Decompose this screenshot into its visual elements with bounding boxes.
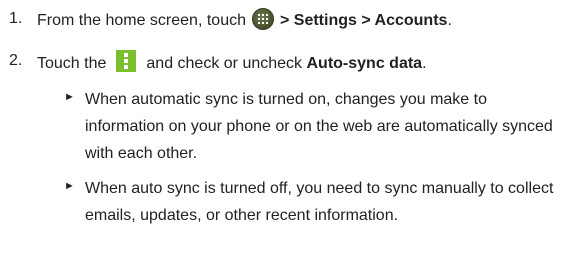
step-text: From the home screen, touch > Settings > … [37,8,452,32]
step-text-before-icon: Touch the [37,55,107,72]
bullet-arrow-icon: ► [64,91,75,103]
step-number: 1. [9,10,23,27]
bullet-text: When auto sync is turned off, you need t… [85,180,554,224]
bullet-text: When automatic sync is turned on, change… [85,91,553,162]
step-text-end: . [422,55,427,72]
settings-path: > Settings > Accounts [279,12,448,29]
step-text-end: . [447,12,452,29]
step-text: Touch the and check or uncheck Auto-sync … [37,50,427,75]
menu-overflow-icon [116,50,137,72]
step-text-after-icon: and check or uncheck [146,55,303,72]
bullet-item: ► When automatic sync is turned on, chan… [64,86,554,167]
auto-sync-label: Auto-sync data [306,55,423,72]
step-number: 2. [9,52,23,69]
apps-launcher-icon [251,8,274,30]
step-text-before-icon: From the home screen, touch [37,12,246,29]
bullet-item: ► When auto sync is turned off, you need… [64,175,554,229]
bullet-arrow-icon: ► [64,180,75,192]
